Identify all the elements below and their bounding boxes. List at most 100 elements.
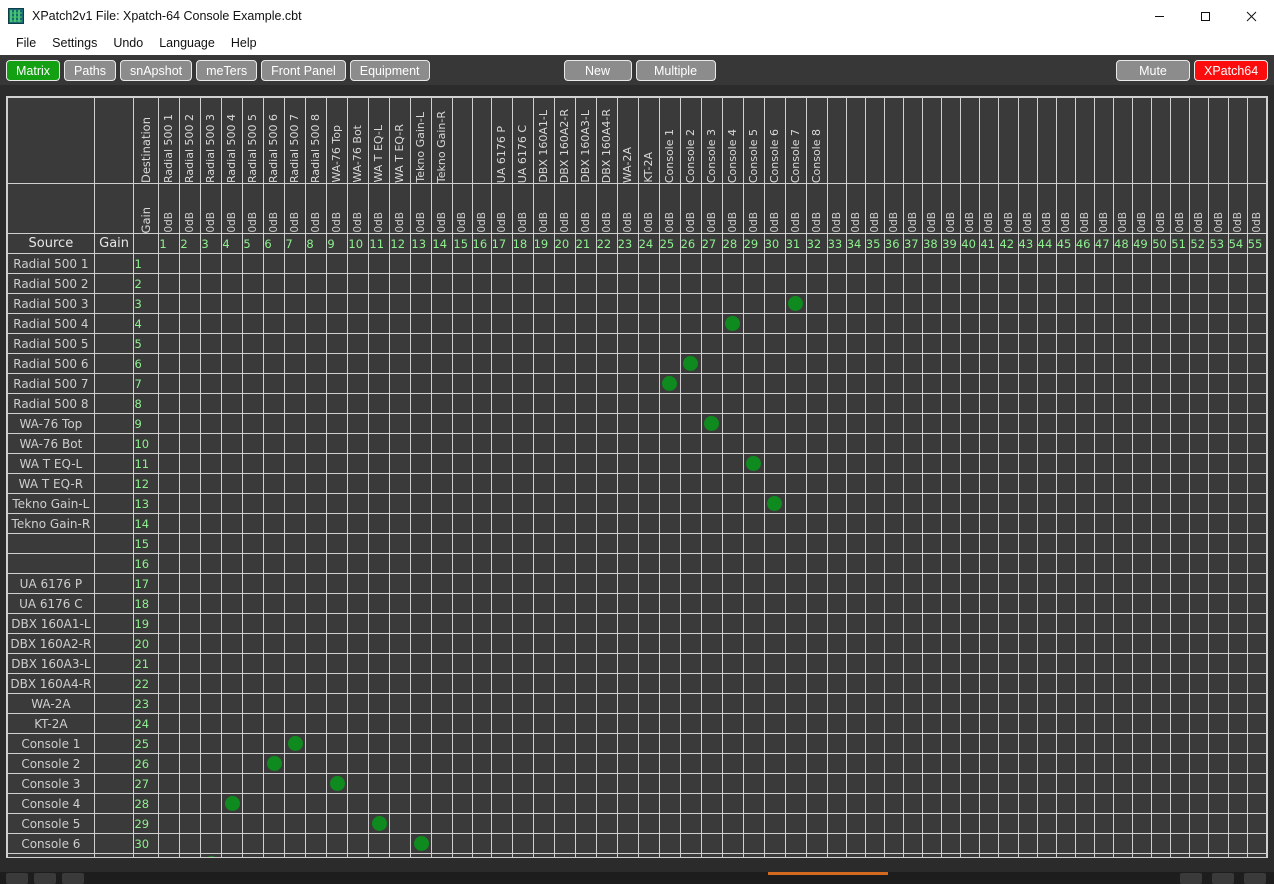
matrix-cell[interactable] <box>1228 254 1247 274</box>
matrix-cell[interactable] <box>903 394 922 414</box>
source-row-label[interactable]: UA 6176 C <box>8 594 95 614</box>
matrix-cell[interactable] <box>999 254 1018 274</box>
matrix-cell[interactable] <box>722 774 743 794</box>
matrix-cell[interactable] <box>1247 854 1266 859</box>
matrix-cell[interactable] <box>472 574 491 594</box>
matrix-cell[interactable] <box>285 294 306 314</box>
matrix-cell[interactable] <box>533 734 554 754</box>
matrix-cell[interactable] <box>390 454 411 474</box>
matrix-cell[interactable] <box>1114 774 1133 794</box>
matrix-cell[interactable] <box>1247 474 1266 494</box>
matrix-cell[interactable] <box>1133 334 1152 354</box>
matrix-cell[interactable] <box>554 294 575 314</box>
matrix-cell[interactable] <box>264 274 285 294</box>
matrix-cell[interactable] <box>638 314 659 334</box>
matrix-cell[interactable] <box>1114 514 1133 534</box>
matrix-cell[interactable] <box>980 494 999 514</box>
matrix-cell[interactable] <box>554 754 575 774</box>
matrix-cell[interactable] <box>327 554 348 574</box>
matrix-cell[interactable] <box>680 474 701 494</box>
matrix-cell[interactable] <box>722 654 743 674</box>
matrix-cell[interactable] <box>743 834 764 854</box>
matrix-cell[interactable] <box>575 794 596 814</box>
matrix-cell[interactable] <box>491 674 512 694</box>
matrix-cell[interactable] <box>243 254 264 274</box>
matrix-cell[interactable] <box>369 734 390 754</box>
matrix-cell[interactable] <box>554 314 575 334</box>
matrix-cell[interactable] <box>680 294 701 314</box>
matrix-cell[interactable] <box>432 774 453 794</box>
matrix-cell[interactable] <box>659 474 680 494</box>
matrix-cell[interactable] <box>638 554 659 574</box>
matrix-cell[interactable] <box>903 614 922 634</box>
matrix-cell[interactable] <box>306 334 327 354</box>
matrix-cell[interactable] <box>923 814 942 834</box>
matrix-cell[interactable] <box>846 474 865 494</box>
matrix-cell[interactable] <box>659 614 680 634</box>
matrix-cell[interactable] <box>785 674 806 694</box>
matrix-cell[interactable] <box>1190 254 1209 274</box>
matrix-cell[interactable] <box>1152 654 1171 674</box>
source-row-label[interactable]: Radial 500 8 <box>8 394 95 414</box>
matrix-cell[interactable] <box>827 254 846 274</box>
matrix-panel[interactable]: DestinationRadial 500 1Radial 500 2Radia… <box>6 96 1268 858</box>
matrix-cell[interactable] <box>1037 534 1056 554</box>
matrix-cell[interactable] <box>554 514 575 534</box>
source-row-index[interactable]: 23 <box>134 694 159 714</box>
matrix-cell[interactable] <box>554 274 575 294</box>
matrix-cell[interactable] <box>846 754 865 774</box>
matrix-cell[interactable] <box>491 334 512 354</box>
dest-gain-cell[interactable]: 0dB <box>961 184 980 234</box>
matrix-cell[interactable] <box>1018 314 1037 334</box>
matrix-cell[interactable] <box>1190 694 1209 714</box>
matrix-cell[interactable] <box>1037 294 1056 314</box>
matrix-cell-connected[interactable] <box>222 794 243 814</box>
matrix-cell[interactable] <box>764 614 785 634</box>
matrix-cell[interactable] <box>491 554 512 574</box>
matrix-cell[interactable] <box>1056 454 1075 474</box>
matrix-cell[interactable] <box>1133 674 1152 694</box>
matrix-cell[interactable] <box>159 494 180 514</box>
matrix-cell[interactable] <box>743 654 764 674</box>
matrix-cell[interactable] <box>923 694 942 714</box>
matrix-cell[interactable] <box>264 794 285 814</box>
matrix-cell[interactable] <box>1247 294 1266 314</box>
matrix-cell[interactable] <box>942 314 961 334</box>
matrix-cell[interactable] <box>575 374 596 394</box>
dest-column-header[interactable] <box>999 98 1018 184</box>
matrix-cell[interactable] <box>390 354 411 374</box>
matrix-cell[interactable] <box>961 854 980 859</box>
dest-gain-cell[interactable]: 0dB <box>222 184 243 234</box>
matrix-cell[interactable] <box>942 534 961 554</box>
matrix-cell[interactable] <box>306 374 327 394</box>
matrix-cell[interactable] <box>1114 474 1133 494</box>
matrix-cell[interactable] <box>1018 694 1037 714</box>
matrix-cell[interactable] <box>327 574 348 594</box>
dest-column-header[interactable]: DBX 160A3-L <box>575 98 596 184</box>
matrix-cell[interactable] <box>533 294 554 314</box>
tab-snapshot[interactable]: snApshot <box>120 60 192 81</box>
matrix-cell[interactable] <box>903 494 922 514</box>
matrix-cell[interactable] <box>285 774 306 794</box>
source-row-index[interactable]: 15 <box>134 534 159 554</box>
dest-gain-cell[interactable]: 0dB <box>764 184 785 234</box>
matrix-cell[interactable] <box>806 254 827 274</box>
dest-gain-cell[interactable]: 0dB <box>575 184 596 234</box>
matrix-cell[interactable] <box>903 274 922 294</box>
matrix-cell[interactable] <box>180 514 201 534</box>
matrix-cell[interactable] <box>1133 554 1152 574</box>
matrix-cell[interactable] <box>306 294 327 314</box>
matrix-cell[interactable] <box>348 434 369 454</box>
matrix-cell[interactable] <box>1114 834 1133 854</box>
matrix-cell[interactable] <box>369 474 390 494</box>
matrix-cell[interactable] <box>999 434 1018 454</box>
matrix-cell[interactable] <box>201 554 222 574</box>
dest-column-header[interactable] <box>827 98 846 184</box>
matrix-cell[interactable] <box>865 434 884 454</box>
matrix-cell[interactable] <box>865 374 884 394</box>
matrix-cell[interactable] <box>512 454 533 474</box>
matrix-cell[interactable] <box>1018 634 1037 654</box>
matrix-cell[interactable] <box>411 614 432 634</box>
matrix-cell[interactable] <box>453 474 472 494</box>
matrix-cell[interactable] <box>659 454 680 474</box>
